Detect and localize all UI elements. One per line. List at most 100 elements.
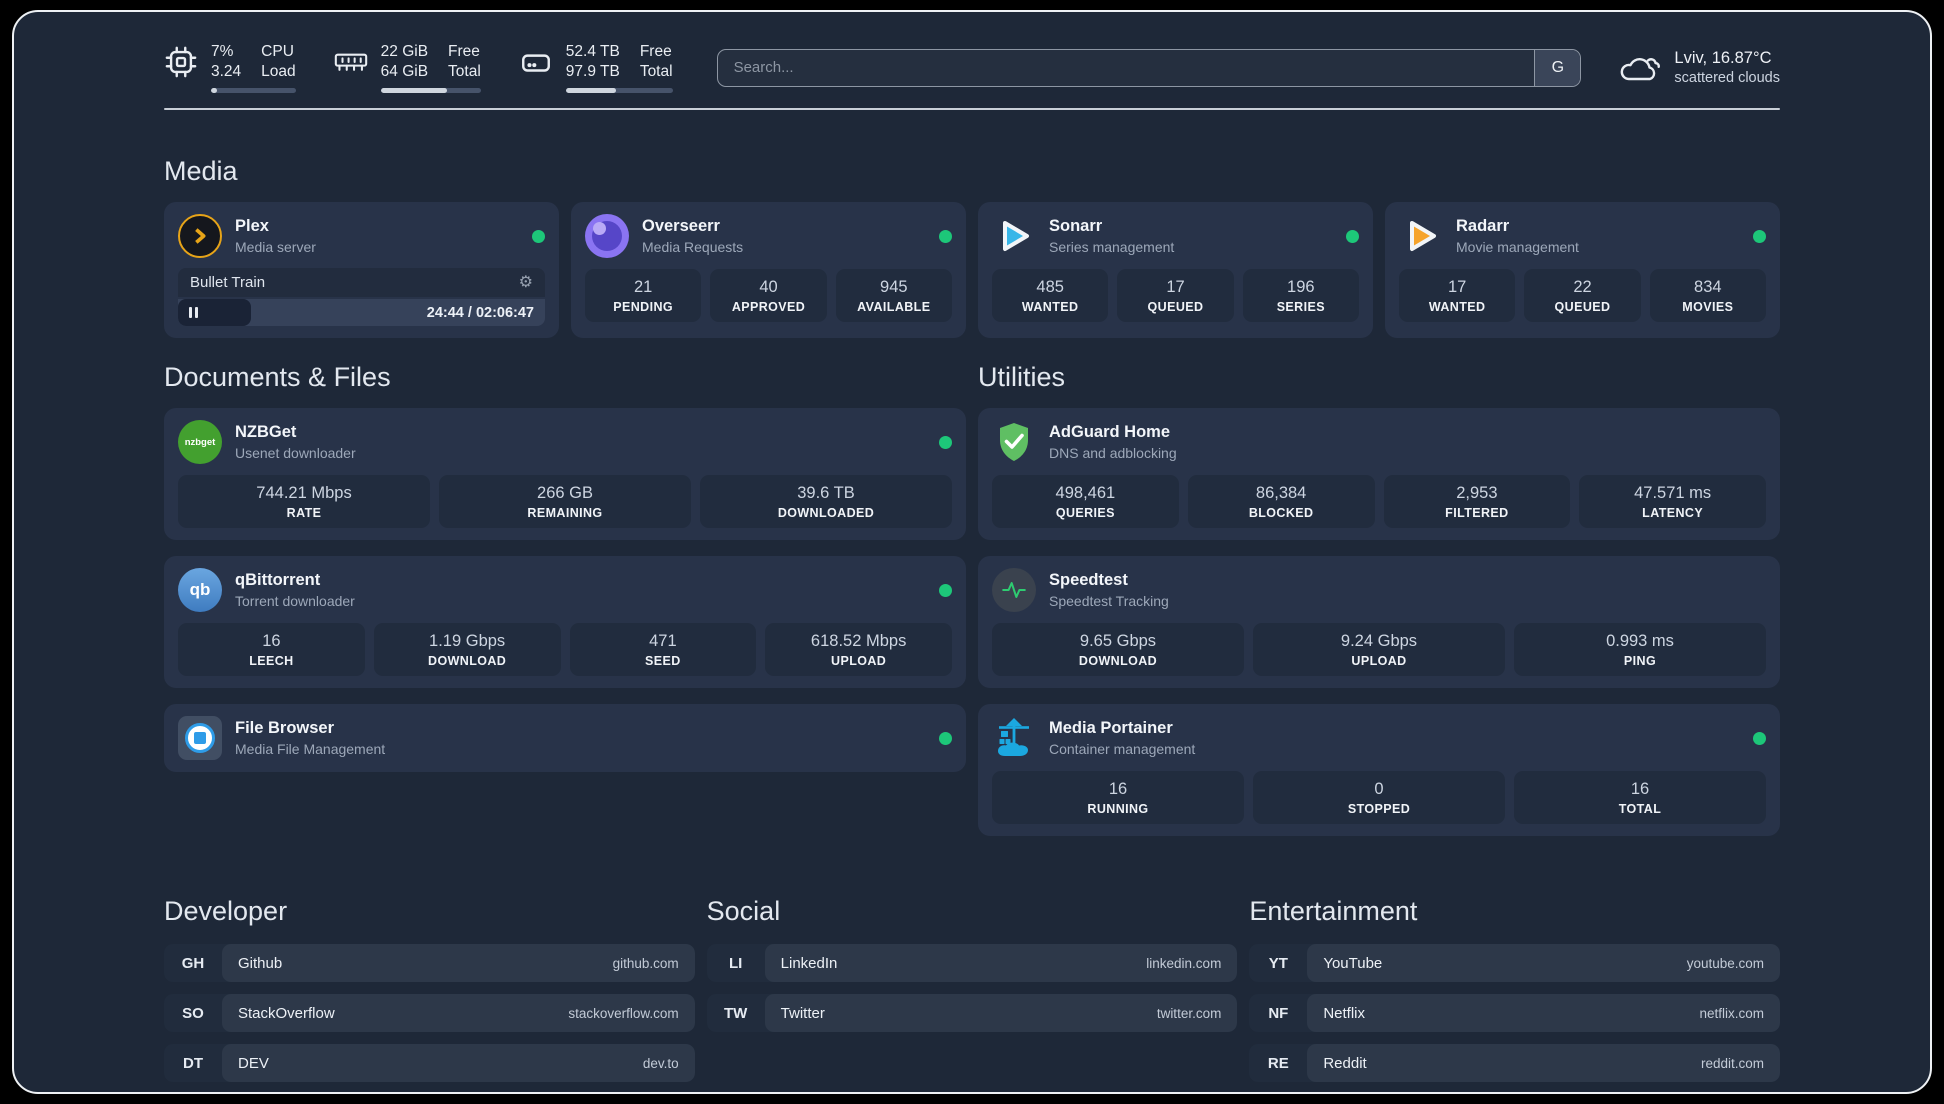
app-card-plex[interactable]: Plex Media server Bullet Train ⚙ 24:44 /… (164, 202, 559, 339)
now-playing-title: Bullet Train (190, 274, 266, 292)
section-title-documents: Documents & Files (164, 362, 391, 393)
app-name: qBittorrent (235, 571, 321, 590)
bookmark-name: DEV (238, 1054, 269, 1072)
ram-free-label: Free (448, 43, 480, 60)
search-bar[interactable]: G (716, 48, 1582, 87)
app-name: Radarr (1456, 217, 1510, 236)
bookmark-stackoverflow[interactable]: SO StackOverflow stackoverflow.com (164, 994, 695, 1033)
app-subtitle: Series management (1049, 239, 1175, 256)
app-name: Overseerr (642, 217, 720, 236)
speedtest-pulse-icon (992, 568, 1036, 613)
app-card-speedtest[interactable]: Speedtest Speedtest Tracking 9.65 Gbps DO… (978, 556, 1780, 689)
bookmark-url: dev.to (642, 1055, 679, 1071)
dashboard: 7% 3.24 CPU Load 22 GiB 64 GiB Free Total (12, 10, 1932, 1094)
status-online-dot (1753, 731, 1766, 745)
stat-approved: 40 APPROVED (710, 269, 827, 323)
status-online-dot (939, 435, 952, 449)
app-card-portainer[interactable]: Media Portainer Container management 16 R… (978, 704, 1780, 837)
overseerr-icon (585, 214, 629, 259)
search-input[interactable] (717, 49, 1535, 86)
bookmark-dev[interactable]: DT DEV dev.to (164, 1044, 695, 1083)
playback-progress-bar: 24:44 / 02:06:47 (178, 299, 545, 327)
bookmark-name: Github (238, 954, 283, 972)
stat-upload: 618.52 Mbps UPLOAD (765, 623, 952, 677)
stat-ping: 0.993 ms PING (1514, 623, 1766, 677)
ram-total: 64 GiB (380, 63, 429, 81)
adguard-shield-icon (992, 420, 1036, 464)
app-card-nzbget[interactable]: nzbget NZBGet Usenet downloader 744.21 M… (164, 408, 966, 541)
stat-remaining: 266 GB REMAINING (439, 475, 691, 529)
app-subtitle: Media File Management (235, 741, 386, 758)
cpu-load-label: Load (261, 63, 296, 81)
bookmark-url: reddit.com (1700, 1055, 1764, 1071)
bookmark-abbr: RE (1267, 1054, 1289, 1072)
app-card-qbittorrent[interactable]: qb qBittorrent Torrent downloader 16 LEEC… (164, 556, 966, 689)
app-name: Speedtest (1049, 571, 1128, 590)
playback-time: 24:44 / 02:06:47 (426, 304, 534, 321)
app-name: AdGuard Home (1049, 423, 1171, 442)
bookmark-abbr: GH (181, 954, 205, 972)
ram-total-label: Total (448, 63, 481, 81)
status-online-dot (1753, 229, 1766, 243)
bookmark-linkedin[interactable]: LI LinkedIn linkedin.com (706, 944, 1238, 983)
cpu-usage: 7% (211, 43, 234, 60)
bookmark-url: netflix.com (1699, 1005, 1764, 1021)
bookmark-github[interactable]: GH Github github.com (164, 944, 695, 983)
app-card-adguard[interactable]: AdGuard Home DNS and adblocking 498,461 Q… (978, 408, 1780, 541)
bookmark-netflix[interactable]: NF Netflix netflix.com (1249, 994, 1780, 1033)
app-subtitle: Media Requests (642, 239, 744, 256)
stat-upload: 9.24 Gbps UPLOAD (1253, 623, 1505, 677)
bookmark-url: twitter.com (1156, 1005, 1222, 1021)
stat-series: 196 SERIES (1242, 269, 1359, 323)
system-stats: 7% 3.24 CPU Load 22 GiB 64 GiB Free Total (164, 42, 673, 94)
app-subtitle: DNS and adblocking (1049, 445, 1177, 462)
weather-condition: scattered clouds (1674, 70, 1780, 87)
weather-location-temp: Lviv, 16.87°C (1674, 49, 1772, 68)
disk-free: 52.4 TB (565, 43, 620, 60)
app-subtitle: Usenet downloader (235, 445, 356, 462)
bookmark-youtube[interactable]: YT YouTube youtube.com (1249, 944, 1780, 983)
app-card-sonarr[interactable]: Sonarr Series management 485 WANTED 17 QUE… (978, 202, 1373, 339)
stat-queued: 22 QUEUED (1524, 269, 1641, 323)
stat-download: 9.65 Gbps DOWNLOAD (992, 623, 1244, 677)
plex-icon (178, 214, 222, 259)
cpu-label: CPU (261, 43, 294, 60)
bookmark-name: YouTube (1323, 954, 1383, 972)
bookmark-url: stackoverflow.com (568, 1005, 679, 1021)
stat-download: 1.19 Gbps DOWNLOAD (373, 623, 561, 677)
stat-leech: 16 LEECH (178, 623, 365, 677)
disk-total-label: Total (639, 63, 673, 81)
bookmark-abbr: SO (182, 1004, 204, 1022)
app-name: NZBGet (235, 423, 297, 442)
floppy-disk-icon (194, 732, 206, 745)
ram-progress-bar (380, 88, 481, 94)
disk-stat: 52.4 TB 97.9 TB Free Total (519, 42, 673, 94)
stat-movies: 834 MOVIES (1649, 269, 1766, 323)
gear-icon[interactable]: ⚙ (519, 274, 533, 291)
stat-blocked: 86,384 BLOCKED (1187, 475, 1375, 529)
bookmark-twitter[interactable]: TW Twitter twitter.com (706, 994, 1238, 1033)
bookmark-reddit[interactable]: RE Reddit reddit.com (1249, 1044, 1780, 1083)
top-bar: 7% 3.24 CPU Load 22 GiB 64 GiB Free Total (164, 42, 1780, 94)
stat-available: 945 AVAILABLE (835, 269, 952, 323)
cpu-progress-bar (211, 88, 296, 94)
qbittorrent-icon: qb (178, 568, 222, 613)
stat-queries: 498,461 QUERIES (992, 475, 1179, 529)
app-card-filebrowser[interactable]: File Browser Media File Management (164, 704, 966, 773)
stat-running: 16 RUNNING (992, 771, 1244, 825)
sonarr-icon (992, 214, 1036, 258)
section-title-social: Social (706, 896, 781, 927)
search-engine-button[interactable]: G (1534, 49, 1581, 86)
stat-stopped: 0 STOPPED (1253, 771, 1505, 825)
cloud-icon (1621, 57, 1661, 80)
bookmark-name: LinkedIn (780, 954, 838, 972)
section-title-utilities: Utilities (978, 362, 1066, 393)
nzbget-icon: nzbget (178, 420, 222, 465)
app-card-radarr[interactable]: Radarr Movie management 17 WANTED 22 QUEUE… (1385, 202, 1780, 339)
cpu-chip-icon (165, 46, 197, 78)
app-name: File Browser (235, 719, 335, 738)
bookmark-name: Netflix (1323, 1004, 1366, 1022)
disk-total: 97.9 TB (565, 63, 620, 81)
app-card-overseerr[interactable]: Overseerr Media Requests 21 PENDING 40 APP… (571, 202, 966, 339)
bookmark-abbr: TW (723, 1004, 748, 1022)
